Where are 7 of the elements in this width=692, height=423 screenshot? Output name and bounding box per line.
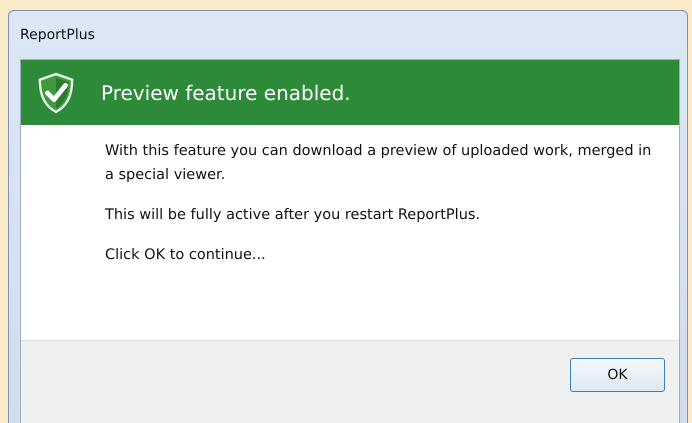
banner-title: Preview feature enabled.: [101, 80, 351, 104]
message-text: Click OK to continue...: [105, 246, 267, 265]
message-text: With this feature you can download a preview of uploaded work, merged in a special viewer.: [105, 142, 652, 185]
message-text: This will be fully active after you restart ReportPlus.: [105, 206, 482, 225]
window-title: ReportPlus: [20, 27, 95, 43]
ok-button[interactable]: OK: [570, 358, 665, 392]
shield-check-icon: [37, 72, 75, 114]
